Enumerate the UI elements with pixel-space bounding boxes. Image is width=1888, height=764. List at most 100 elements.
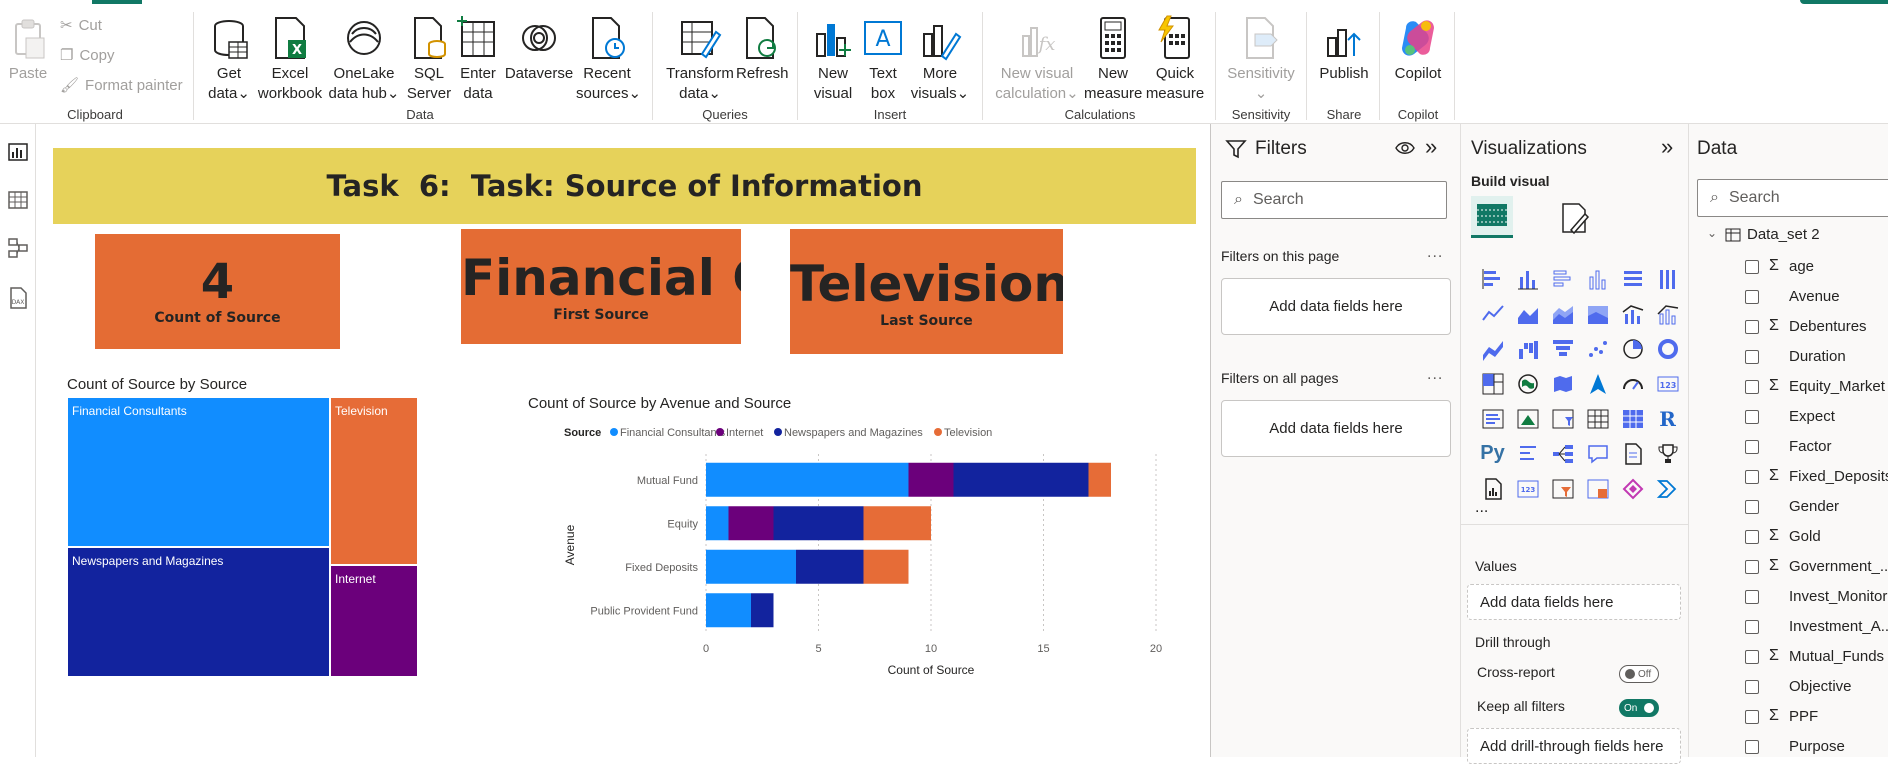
format-painter-button[interactable]: 🖌 Format painter (60, 76, 183, 95)
area-chart-icon[interactable] (1510, 296, 1545, 331)
new-visual-calculation-button[interactable]: fx New visual calculation⌄ (994, 14, 1080, 104)
button-slicer-icon[interactable] (1545, 471, 1580, 506)
python-visual-icon[interactable]: Py (1475, 436, 1510, 471)
quick-measure-button[interactable]: Quick measure (1144, 14, 1206, 104)
treemap-cell-newspapers[interactable]: Newspapers and Magazines (67, 547, 330, 677)
slicer-icon[interactable] (1545, 401, 1580, 436)
map-icon[interactable] (1510, 366, 1545, 401)
treemap-cell-television[interactable]: Television (330, 397, 418, 565)
onelake-data-hub-button[interactable]: OneLake data hub⌄ (326, 14, 402, 104)
treemap-icon[interactable] (1475, 366, 1510, 401)
chevron-down-icon[interactable]: ⌄ (1707, 226, 1717, 240)
azure-map-icon[interactable] (1580, 366, 1615, 401)
field-row[interactable]: Expect (1689, 406, 1888, 430)
new-visual-button[interactable]: New visual (808, 14, 858, 104)
line-chart-icon[interactable] (1475, 296, 1510, 331)
field-checkbox[interactable] (1745, 410, 1759, 424)
number-card-icon[interactable]: 123 (1510, 471, 1545, 506)
field-row[interactable]: Objective (1689, 676, 1888, 700)
gauge-icon[interactable] (1615, 366, 1650, 401)
collapse-chevrons-icon[interactable]: » (1425, 134, 1437, 160)
share-button-edge[interactable] (1800, 0, 1888, 4)
field-row[interactable]: Duration (1689, 346, 1888, 370)
refresh-button[interactable]: Refresh (736, 14, 789, 84)
funnel-chart-icon[interactable] (1545, 331, 1580, 366)
cut-button[interactable]: ✂ Cut (60, 16, 102, 35)
sensitivity-button[interactable]: Sensitivity ⌄ (1224, 14, 1298, 104)
matrix-icon[interactable] (1615, 401, 1650, 436)
field-row[interactable]: Investment_A... (1689, 616, 1888, 640)
field-row[interactable]: Σ Fixed_Deposits (1689, 466, 1888, 490)
treemap-cell-financial-consultants[interactable]: Financial Consultants (67, 397, 330, 547)
table-name[interactable]: Data_set 2 (1747, 226, 1820, 243)
filters-all-pages-well[interactable]: Add data fields here (1221, 400, 1451, 457)
field-row[interactable]: Σ Mutual_Funds (1689, 646, 1888, 670)
more-options-icon[interactable]: ... (1427, 244, 1443, 262)
field-checkbox[interactable] (1745, 470, 1759, 484)
clustered-bar-chart-icon[interactable] (1545, 261, 1580, 296)
donut-chart-icon[interactable] (1650, 331, 1685, 366)
recent-sources-button[interactable]: Recent sources⌄ (576, 14, 641, 104)
stacked-bar-chart[interactable]: Source Financial Consultants Internet Newsp… (526, 414, 1186, 724)
collapse-chevrons-icon[interactable]: » (1661, 134, 1673, 160)
model-view-icon[interactable] (6, 236, 30, 260)
values-well[interactable]: Add data fields here (1467, 584, 1681, 620)
field-row[interactable]: Factor (1689, 436, 1888, 460)
ribbon-chart-icon[interactable] (1475, 331, 1510, 366)
field-checkbox[interactable] (1745, 260, 1759, 274)
qa-visual-icon[interactable] (1580, 436, 1615, 471)
line-clustered-column-chart-icon[interactable] (1650, 296, 1685, 331)
stacked-bar-chart-icon[interactable] (1475, 261, 1510, 296)
power-apps-icon[interactable] (1580, 471, 1615, 506)
line-stacked-column-chart-icon[interactable] (1615, 296, 1650, 331)
excel-workbook-button[interactable]: X Excel workbook (255, 14, 325, 104)
field-row[interactable]: Σ Government_... (1689, 556, 1888, 580)
new-measure-button[interactable]: New measure (1084, 14, 1142, 104)
clustered-column-chart-icon[interactable] (1580, 261, 1615, 296)
more-options-icon[interactable]: ... (1427, 366, 1443, 384)
decomposition-tree-icon[interactable] (1545, 436, 1580, 471)
goals-trophy-icon[interactable] (1650, 436, 1685, 471)
text-box-button[interactable]: A Text box (860, 14, 906, 104)
treemap-cell-internet[interactable]: Internet (330, 565, 418, 677)
field-row[interactable]: Avenue (1689, 286, 1888, 310)
drill-through-well[interactable]: Add drill-through fields here (1467, 728, 1681, 764)
field-checkbox[interactable] (1745, 710, 1759, 724)
field-checkbox[interactable] (1745, 680, 1759, 694)
stacked-area-chart-icon[interactable] (1545, 296, 1580, 331)
smart-narrative-icon[interactable] (1615, 436, 1650, 471)
paste-button[interactable]: Paste (6, 14, 50, 84)
kpi-card-first-source[interactable]: Financial C... First Source (461, 229, 741, 344)
enter-data-button[interactable]: Enter data (456, 14, 500, 104)
transform-data-button[interactable]: Transform data⌄ (664, 14, 736, 104)
table-view-icon[interactable] (6, 188, 30, 212)
keep-all-filters-toggle[interactable]: On (1619, 699, 1659, 717)
field-row[interactable]: Σ PPF (1689, 706, 1888, 730)
r-script-visual-icon[interactable]: R (1650, 401, 1685, 436)
kpi-card-last-source[interactable]: Television Last Source (790, 229, 1063, 354)
dax-query-view-icon[interactable]: DAX (6, 286, 30, 310)
table-visual-icon[interactable] (1580, 401, 1615, 436)
field-checkbox[interactable] (1745, 500, 1759, 514)
chevrons-visual-icon[interactable] (1650, 471, 1685, 506)
treemap-visual[interactable]: Financial Consultants Television Newspap… (67, 397, 418, 677)
field-checkbox[interactable] (1745, 740, 1759, 754)
waterfall-chart-icon[interactable] (1510, 331, 1545, 366)
field-checkbox[interactable] (1745, 440, 1759, 454)
stacked-column-chart-icon[interactable] (1510, 261, 1545, 296)
field-row[interactable]: Σ Equity_Market (1689, 376, 1888, 400)
field-checkbox[interactable] (1745, 350, 1759, 364)
more-visuals-button[interactable]: More visuals⌄ (910, 14, 970, 104)
more-visuals-ellipsis-icon[interactable]: ... (1475, 499, 1488, 517)
field-checkbox[interactable] (1745, 530, 1759, 544)
format-visual-icon[interactable] (1557, 200, 1593, 236)
field-checkbox[interactable] (1745, 590, 1759, 604)
field-checkbox[interactable] (1745, 560, 1759, 574)
copy-button[interactable]: ❐ Copy (60, 46, 114, 65)
cross-report-toggle[interactable]: Off (1619, 665, 1659, 683)
multi-row-card-icon[interactable] (1475, 401, 1510, 436)
field-checkbox[interactable] (1745, 380, 1759, 394)
field-checkbox[interactable] (1745, 650, 1759, 664)
key-influencers-icon[interactable] (1510, 436, 1545, 471)
filters-page-well[interactable]: Add data fields here (1221, 278, 1451, 335)
